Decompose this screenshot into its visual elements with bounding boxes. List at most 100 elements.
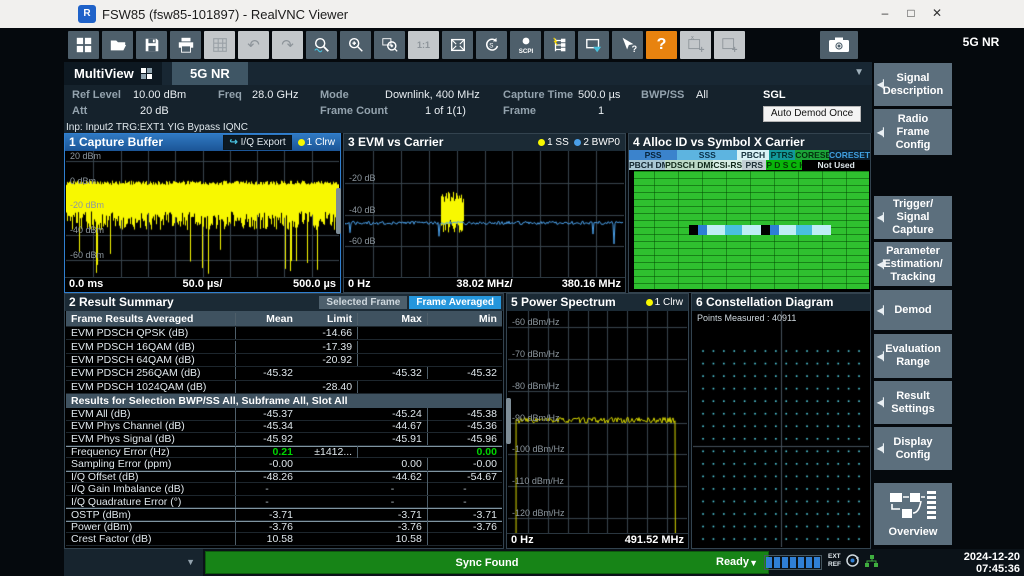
softkey-trigger-[interactable]: ◀▏Trigger/SignalCapture xyxy=(874,196,952,239)
result-value: -14.66 xyxy=(298,327,358,339)
constellation-window[interactable]: 6 Constellation Diagram Points Measured … xyxy=(691,293,871,549)
softkey-display[interactable]: ◀▏DisplayConfig xyxy=(874,427,952,470)
capture-buffer-plot[interactable]: 20 dBm0 dBm-20 dBm-40 dBm-60 dBm xyxy=(66,151,339,278)
softkey-parameter[interactable]: ◀▏ParameterEstimation/Tracking xyxy=(874,242,952,286)
result-row-label: EVM PDSCH 256QAM (dB) xyxy=(66,367,236,379)
sync-status-bar[interactable]: Sync Found▼ xyxy=(205,551,769,574)
softkey-arrow-icon: ◀▏ xyxy=(877,78,889,91)
softkey-demod[interactable]: ◀▏Demod xyxy=(874,290,952,330)
result-row-label: I/Q Offset (dB) xyxy=(66,471,236,483)
tab-dropdown-icon[interactable]: ▼ xyxy=(854,67,864,78)
alloc-legend-item: PDSCH DMRS xyxy=(665,160,713,170)
alloc-legend-item: PTRS xyxy=(769,150,796,160)
softkey-radio[interactable]: ◀▏RadioFrameConfig xyxy=(874,109,952,155)
result-summary-window[interactable]: 2 Result Summary Selected FrameFrame Ave… xyxy=(64,293,504,549)
save-button[interactable] xyxy=(136,31,167,59)
tab-5gnr[interactable]: 5G NR xyxy=(172,62,248,85)
points-measured-label: Points Measured : 40911 xyxy=(697,313,796,323)
capture-buffer-window[interactable]: 1 Capture Buffer ↪ I/Q Export 1 Clrw 20 … xyxy=(64,133,341,293)
result-row-label: EVM Phys Channel (dB) xyxy=(66,420,236,432)
windows-menu-button[interactable] xyxy=(68,31,99,59)
result-row-label: Power (dBm) xyxy=(66,521,236,533)
softkey-result[interactable]: ◀▏ResultSettings xyxy=(874,381,952,424)
open-file-button[interactable] xyxy=(102,31,133,59)
date-time: 2024-12-2007:45:36 xyxy=(964,551,1020,575)
softkey-signal[interactable]: ◀▏SignalDescription xyxy=(874,63,952,106)
external-display-button[interactable] xyxy=(578,31,609,59)
print-button[interactable] xyxy=(170,31,201,59)
splitter-handle[interactable] xyxy=(506,398,511,444)
alloc-cell xyxy=(725,225,742,236)
result-value: -45.91 xyxy=(358,433,428,445)
alloc-cell xyxy=(812,225,830,236)
overview-label: Overview xyxy=(889,526,938,539)
instrument-toolbar: 5G NR ↶↷1:1SSCPI??x++ xyxy=(0,28,1024,62)
power-spectrum-title[interactable]: 5 Power Spectrum 1 Clrw xyxy=(507,294,688,311)
alloc-cell xyxy=(698,225,707,236)
evm-vs-carrier-plot[interactable]: -20 dB-40 dB-60 dB xyxy=(345,151,624,278)
alloc-legend-row1: PSSSSSPBCHPTRSCORESETCORESET DMRS xyxy=(629,150,870,160)
result-value: -45.37 xyxy=(236,408,298,420)
sequencer-button[interactable]: S xyxy=(476,31,507,59)
result-summary-tab-inactive[interactable]: Selected Frame xyxy=(319,296,407,309)
result-value: -3.71 xyxy=(428,509,502,521)
table-row: I/Q Gain Imbalance (dB)--- xyxy=(66,483,502,496)
power-spectrum-plot[interactable]: -60 dBm/Hz-70 dBm/Hz-80 dBm/Hz-90 dBm/Hz… xyxy=(508,311,687,534)
event-actions-button[interactable] xyxy=(544,31,575,59)
trace-legend: 1 SS 2 BWP0 xyxy=(538,137,620,148)
tab-multiview[interactable]: MultiView xyxy=(64,62,162,85)
zoom-in-button[interactable] xyxy=(340,31,371,59)
alloc-id-title[interactable]: 4 Alloc ID vs Symbol X Carrier xyxy=(629,134,870,150)
status-dropdown[interactable]: ▼ xyxy=(64,549,203,576)
help-button[interactable]: ? xyxy=(646,31,677,59)
alloc-id-window[interactable]: 4 Alloc ID vs Symbol X Carrier PSSSSSPBC… xyxy=(628,133,871,293)
alloc-legend-item: PBCH DMRS xyxy=(629,160,665,170)
constellation-plot[interactable]: Points Measured : 40911 xyxy=(693,311,869,547)
svg-text:SCPI: SCPI xyxy=(518,48,533,55)
evm-vs-carrier-window[interactable]: 3 EVM vs Carrier 1 SS 2 BWP0 -20 dB-40 d… xyxy=(343,133,626,293)
context-help-button[interactable]: ? xyxy=(612,31,643,59)
alloc-legend-item: PRS xyxy=(742,160,766,170)
zoom-selection-button[interactable] xyxy=(306,31,337,59)
alloc-cell xyxy=(742,225,760,236)
result-value: -0.00 xyxy=(236,458,298,470)
auto-demod-once-button[interactable]: Auto Demod Once xyxy=(763,106,861,122)
split-maximize-button[interactable] xyxy=(442,31,473,59)
splitter-handle[interactable] xyxy=(336,188,341,234)
result-value: -28.40 xyxy=(298,381,358,393)
overview-flow-icon xyxy=(888,489,938,523)
screenshot-button[interactable] xyxy=(820,31,858,59)
constellation-title[interactable]: 6 Constellation Diagram xyxy=(692,294,870,311)
scpi-recorder-button[interactable]: SCPI xyxy=(510,31,541,59)
softkey-evaluation[interactable]: ◀▏EvaluationRange xyxy=(874,334,952,378)
header-value: 1 of 1(1) xyxy=(425,105,466,117)
maximize-button[interactable]: □ xyxy=(898,0,924,27)
result-value: Max xyxy=(358,313,428,325)
multiple-zoom-button[interactable] xyxy=(374,31,405,59)
result-row-label: EVM PDSCH 1024QAM (dB) xyxy=(66,381,236,393)
iq-export-button[interactable]: ↪ I/Q Export xyxy=(223,135,291,150)
table-row: Frequency Error (Hz)0.21±1412...0.00 xyxy=(66,446,502,459)
realvnc-logo-icon: R xyxy=(78,5,96,23)
svg-text:+: + xyxy=(698,45,704,54)
evm-vs-carrier-title[interactable]: 3 EVM vs Carrier 1 SS 2 BWP0 xyxy=(344,134,625,151)
close-button[interactable]: ✕ xyxy=(924,0,950,27)
result-value: -44.67 xyxy=(358,420,428,432)
y-axis-tick: -40 dBm xyxy=(70,225,104,235)
alloc-id-grid[interactable] xyxy=(630,171,869,289)
result-value: ±1412... xyxy=(298,446,358,458)
result-summary-tab-active[interactable]: Frame Averaged xyxy=(409,296,501,309)
result-row-label: EVM PDSCH 64QAM (dB) xyxy=(66,354,236,366)
result-row-label: Crest Factor (dB) xyxy=(66,533,236,545)
softkey-overview[interactable]: Overview xyxy=(874,483,952,545)
alloc-cell xyxy=(761,225,770,236)
result-value: -3.71 xyxy=(358,509,428,521)
power-spectrum-window[interactable]: 5 Power Spectrum 1 Clrw -60 dBm/Hz-70 dB… xyxy=(506,293,689,549)
svg-text:x: x xyxy=(690,36,694,42)
capture-buffer-title[interactable]: 1 Capture Buffer ↪ I/Q Export 1 Clrw xyxy=(65,134,340,151)
window-title: FSW85 (fsw85-101897) - RealVNC Viewer xyxy=(102,7,348,22)
result-summary-title[interactable]: 2 Result Summary Selected FrameFrame Ave… xyxy=(65,294,503,311)
result-value: - xyxy=(358,483,428,495)
minimize-button[interactable]: – xyxy=(872,0,898,27)
alloc-cell xyxy=(689,225,698,236)
